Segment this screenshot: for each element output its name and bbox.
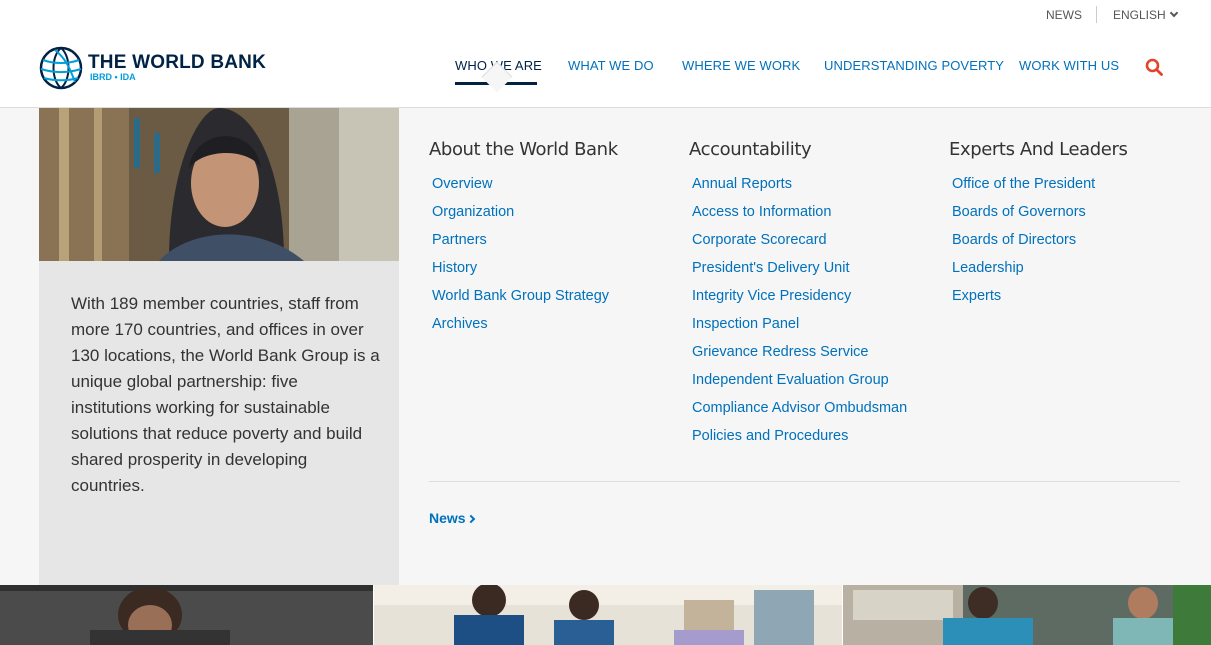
logo-title: THE WORLD BANK	[88, 52, 267, 73]
nav-understanding-poverty[interactable]: UNDERSTANDING POVERTY	[824, 58, 1004, 73]
link-grievance-redress-service[interactable]: Grievance Redress Service	[692, 338, 907, 366]
link-partners[interactable]: Partners	[432, 226, 618, 254]
photo-woman-reading[interactable]	[0, 585, 373, 645]
photo-group-thumbs-up[interactable]	[374, 585, 842, 645]
news-link-label: News	[429, 510, 466, 526]
column-title-about: About the World Bank	[429, 139, 618, 160]
world-bank-logo[interactable]: THE WORLD BANK IBRD • IDA	[39, 46, 266, 90]
column-title-accountability: Accountability	[689, 139, 812, 160]
link-office-of-the-president[interactable]: Office of the President	[952, 170, 1127, 198]
mega-news-link[interactable]: News	[429, 510, 475, 526]
utility-news-link[interactable]: NEWS	[1046, 8, 1082, 22]
mega-menu: With 189 member countries, staff from mo…	[0, 108, 1211, 585]
link-boards-of-directors[interactable]: Boards of Directors	[952, 226, 1127, 254]
woman-portrait-image	[39, 108, 399, 261]
link-inspection-panel[interactable]: Inspection Panel	[692, 310, 907, 338]
organization-description: With 189 member countries, staff from mo…	[71, 294, 380, 495]
site-header: THE WORLD BANK IBRD • IDA WHO WE ARE WHA…	[0, 30, 1211, 108]
search-icon[interactable]	[1145, 58, 1163, 76]
link-history[interactable]: History	[432, 254, 618, 282]
nav-where-we-work[interactable]: WHERE WE WORK	[682, 58, 800, 73]
nav-work-with-us[interactable]: WORK WITH US	[1019, 58, 1119, 73]
mega-menu-divider	[429, 481, 1180, 482]
link-organization[interactable]: Organization	[432, 198, 618, 226]
link-wbg-strategy[interactable]: World Bank Group Strategy	[432, 282, 618, 310]
mega-menu-intro: With 189 member countries, staff from mo…	[39, 108, 399, 585]
link-corporate-scorecard[interactable]: Corporate Scorecard	[692, 226, 907, 254]
link-presidents-delivery-unit[interactable]: President's Delivery Unit	[692, 254, 907, 282]
globe-icon	[39, 46, 83, 90]
link-experts[interactable]: Experts	[952, 282, 1127, 310]
chevron-right-icon	[466, 514, 475, 524]
link-overview[interactable]: Overview	[432, 170, 618, 198]
link-access-to-information[interactable]: Access to Information	[692, 198, 907, 226]
link-boards-of-governors[interactable]: Boards of Governors	[952, 198, 1127, 226]
language-label: ENGLISH	[1113, 8, 1166, 22]
link-archives[interactable]: Archives	[432, 310, 618, 338]
link-leadership[interactable]: Leadership	[952, 254, 1127, 282]
menu-column-about: About the World Bank Overview Organizati…	[429, 139, 618, 338]
menu-column-accountability: Accountability Annual Reports Access to …	[689, 139, 907, 450]
link-integrity-vice-presidency[interactable]: Integrity Vice Presidency	[692, 282, 907, 310]
utility-divider	[1096, 6, 1097, 23]
nav-what-we-do[interactable]: WHAT WE DO	[568, 58, 654, 73]
hero-photo-strip	[0, 585, 1211, 645]
chevron-down-icon	[1169, 8, 1178, 18]
language-selector[interactable]: ENGLISH	[1113, 8, 1178, 22]
photo-shop-conversation[interactable]	[843, 585, 1211, 645]
link-independent-evaluation-group[interactable]: Independent Evaluation Group	[692, 366, 907, 394]
menu-column-experts: Experts And Leaders Office of the Presid…	[949, 139, 1128, 310]
link-annual-reports[interactable]: Annual Reports	[692, 170, 907, 198]
link-compliance-advisor-ombudsman[interactable]: Compliance Advisor Ombudsman	[692, 394, 907, 422]
column-title-experts: Experts And Leaders	[949, 139, 1128, 160]
logo-subtitle: IBRD • IDA	[90, 72, 136, 82]
utility-bar: NEWS ENGLISH	[0, 0, 1211, 30]
link-policies-and-procedures[interactable]: Policies and Procedures	[692, 422, 907, 450]
